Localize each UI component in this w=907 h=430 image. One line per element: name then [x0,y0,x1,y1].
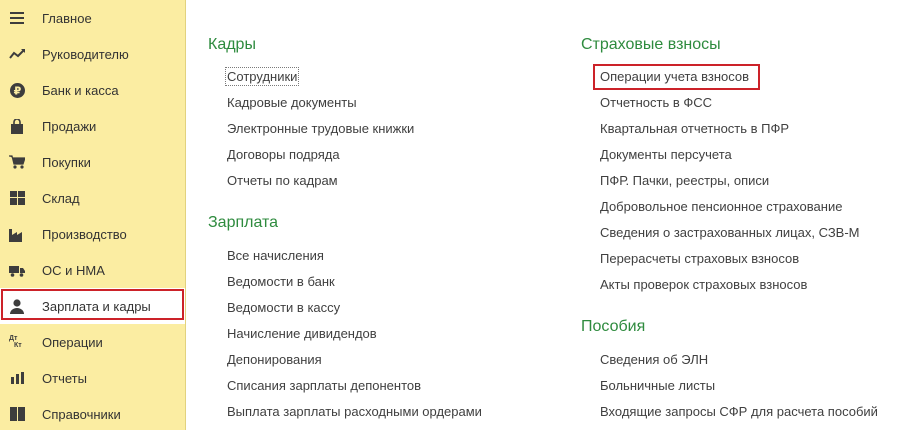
link-sfr-requests[interactable]: Входящие запросы СФР для расчета пособий [600,404,878,419]
link-sick-lists[interactable]: Больничные листы [600,378,715,393]
sidebar-item-label: Производство [42,226,127,242]
sidebar-item-label: Операции [42,334,103,350]
sidebar-item-label: Справочники [42,406,121,422]
section-title-kadry: Кадры [208,36,256,53]
link-bank-statements[interactable]: Ведомости в банк [227,274,335,289]
sidebar-item-production[interactable]: Производство [0,216,185,252]
link-szv-m[interactable]: Сведения о застрахованных лицах, СЗВ-М [600,225,860,240]
link-deposit-writeoffs[interactable]: Списания зарплаты депонентов [227,378,421,393]
sidebar: Главное Руководителю ₽ Банк и касса Прод… [0,0,186,430]
sidebar-item-warehouse[interactable]: Склад [0,180,185,216]
link-recalculations[interactable]: Перерасчеты страховых взносов [600,251,799,266]
link-eln-info[interactable]: Сведения об ЭЛН [600,352,708,367]
sidebar-item-label: Банк и касса [42,82,119,98]
link-contribution-operations[interactable]: Операции учета взносов [600,69,749,84]
sidebar-item-reports[interactable]: Отчеты [0,360,185,396]
trend-chart-icon [9,46,25,62]
sidebar-item-bank[interactable]: ₽ Банк и касса [0,72,185,108]
cart-icon [9,154,25,170]
sidebar-item-label: Зарплата и кадры [42,298,151,314]
section-title-benefits: Пособия [581,318,646,335]
sidebar-item-main[interactable]: Главное [0,0,185,36]
sidebar-item-label: Отчеты [42,370,87,386]
sidebar-item-label: Главное [42,10,92,26]
sidebar-item-label: Покупки [42,154,91,170]
sidebar-item-label: Руководителю [42,46,129,62]
sidebar-item-salary-hr[interactable]: Зарплата и кадры [0,288,185,324]
section-title-insurance: Страховые взносы [581,36,721,53]
truck-icon [9,262,25,278]
link-audit-acts[interactable]: Акты проверок страховых взносов [600,277,807,292]
link-fss-reports[interactable]: Отчетность в ФСС [600,95,712,110]
credit-label: Кт [14,342,22,349]
link-dividends[interactable]: Начисление дивидендов [227,326,377,341]
link-contracts[interactable]: Договоры подряда [227,147,340,162]
link-electronic-workbooks[interactable]: Электронные трудовые книжки [227,121,414,136]
link-deposits[interactable]: Депонирования [227,352,322,367]
sidebar-item-sales[interactable]: Продажи [0,108,185,144]
link-pfr-packs[interactable]: ПФР. Пачки, реестры, описи [600,173,769,188]
factory-icon [9,226,25,242]
warehouse-grid-icon [9,190,25,206]
sidebar-item-label: Склад [42,190,80,206]
sidebar-item-label: Продажи [42,118,97,134]
link-all-accruals[interactable]: Все начисления [227,248,324,263]
book-icon [9,406,25,422]
app-window: Главное Руководителю ₽ Банк и касса Прод… [0,0,907,430]
link-hr-documents[interactable]: Кадровые документы [227,95,357,110]
person-icon [9,298,25,314]
menu-lines-icon [9,10,25,26]
link-personal-accounting[interactable]: Документы персучета [600,147,732,162]
debit-label: Дт [9,335,18,342]
bar-chart-icon [9,370,25,386]
svg-text:₽: ₽ [13,84,21,97]
link-voluntary-pension[interactable]: Добровольное пенсионное страхование [600,199,842,214]
link-pfr-quarterly[interactable]: Квартальная отчетность в ПФР [600,121,789,136]
link-cash-statements[interactable]: Ведомости в кассу [227,300,340,315]
link-cash-order-payments[interactable]: Выплата зарплаты расходными ордерами [227,404,482,419]
sidebar-item-fixed-assets[interactable]: ОС и НМА [0,252,185,288]
debit-credit-icon: Дт Кт [9,334,25,350]
section-title-zarplata: Зарплата [208,214,279,231]
sidebar-item-operations[interactable]: Дт Кт Операции [0,324,185,360]
link-employees[interactable]: Сотрудники [224,67,300,86]
sidebar-item-purchases[interactable]: Покупки [0,144,185,180]
sidebar-item-directories[interactable]: Справочники [0,396,185,430]
shopping-bag-icon [9,118,25,134]
ruble-coin-icon: ₽ [9,82,25,98]
sidebar-item-manager[interactable]: Руководителю [0,36,185,72]
sidebar-item-label: ОС и НМА [42,262,105,278]
link-hr-reports[interactable]: Отчеты по кадрам [227,173,338,188]
